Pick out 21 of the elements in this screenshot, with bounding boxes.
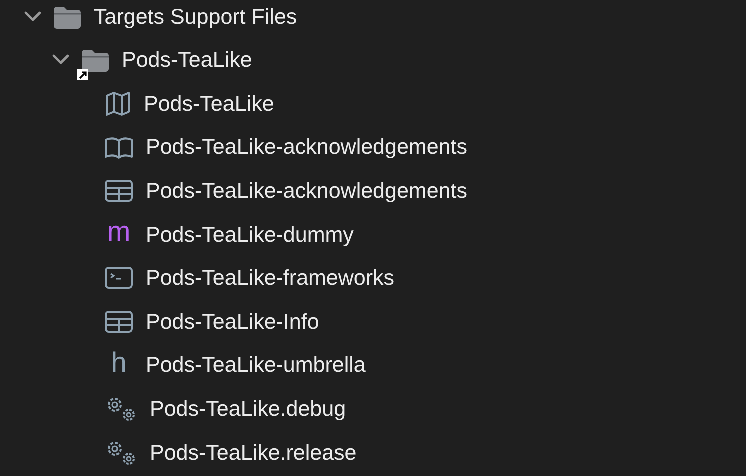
folder-name[interactable]: Targets Support Files <box>94 0 298 33</box>
folder-icon <box>52 4 82 29</box>
file-name[interactable]: Pods-TeaLike.debug <box>150 393 346 426</box>
file-name[interactable]: Pods-TeaLike-acknowledgements <box>146 131 468 164</box>
file-name[interactable]: Pods-TeaLike-dummy <box>146 218 354 251</box>
disclosure-chevron-down-icon[interactable] <box>22 10 44 24</box>
table-icon <box>104 179 134 204</box>
file-name[interactable]: Pods-TeaLike-umbrella <box>146 349 366 382</box>
folder-icon <box>80 48 110 72</box>
m-file-icon: m <box>104 218 134 246</box>
h-file-icon: h <box>104 348 134 377</box>
file-name[interactable]: Pods-TeaLike.release <box>150 436 357 469</box>
table-icon <box>104 310 134 334</box>
map-icon <box>104 90 132 117</box>
folder-name[interactable]: Pods-TeaLike <box>122 44 252 77</box>
book-icon <box>104 136 134 160</box>
file-name[interactable]: Pods-TeaLike <box>144 88 274 120</box>
file-name[interactable]: Pods-TeaLike-acknowledgements <box>146 175 468 208</box>
file-name[interactable]: Pods-TeaLike-frameworks <box>146 262 395 294</box>
terminal-icon <box>104 266 134 290</box>
file-name[interactable]: Pods-TeaLike-Info <box>146 306 320 338</box>
